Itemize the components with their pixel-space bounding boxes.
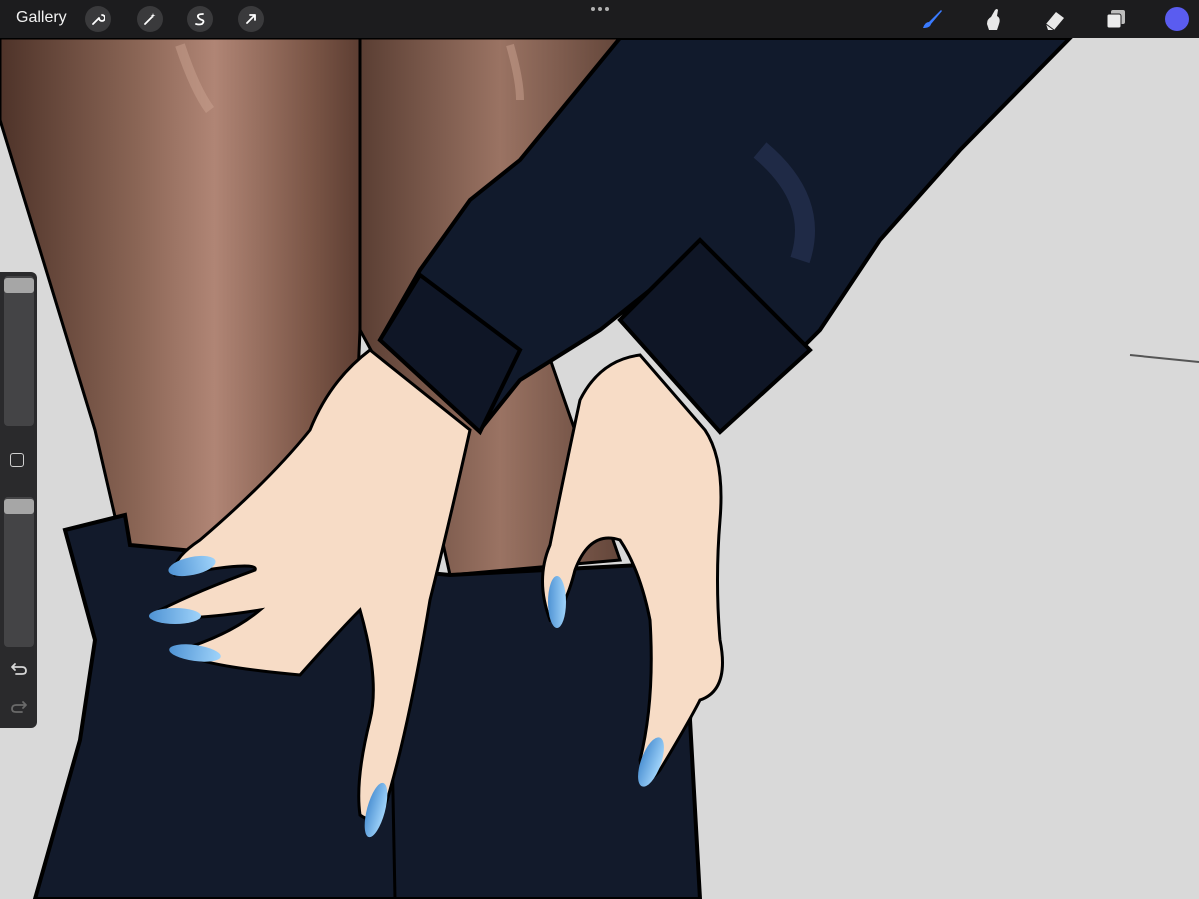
eraser-icon[interactable] — [1041, 5, 1069, 33]
color-picker-button[interactable] — [1165, 7, 1189, 31]
top-toolbar: Gallery — [0, 0, 1199, 38]
opacity-slider[interactable] — [4, 497, 34, 647]
brush-icon[interactable] — [918, 5, 946, 33]
brush-size-thumb[interactable] — [4, 278, 34, 293]
transform-arrow-icon[interactable] — [238, 6, 264, 32]
stray-stroke — [1129, 354, 1199, 363]
modify-button[interactable] — [10, 453, 24, 467]
opacity-thumb[interactable] — [4, 499, 34, 514]
more-options-icon[interactable] — [588, 2, 612, 16]
gallery-button[interactable]: Gallery — [16, 9, 67, 27]
undo-icon[interactable] — [8, 658, 30, 680]
brush-size-slider[interactable] — [4, 276, 34, 426]
layers-icon[interactable] — [1102, 5, 1130, 33]
drawing-canvas[interactable] — [0, 0, 1199, 899]
magic-wand-icon[interactable] — [137, 6, 163, 32]
wrench-icon[interactable] — [85, 6, 111, 32]
redo-icon[interactable] — [8, 696, 30, 718]
smudge-icon[interactable] — [980, 5, 1008, 33]
left-sidebar — [0, 272, 37, 728]
selection-icon[interactable] — [187, 6, 213, 32]
